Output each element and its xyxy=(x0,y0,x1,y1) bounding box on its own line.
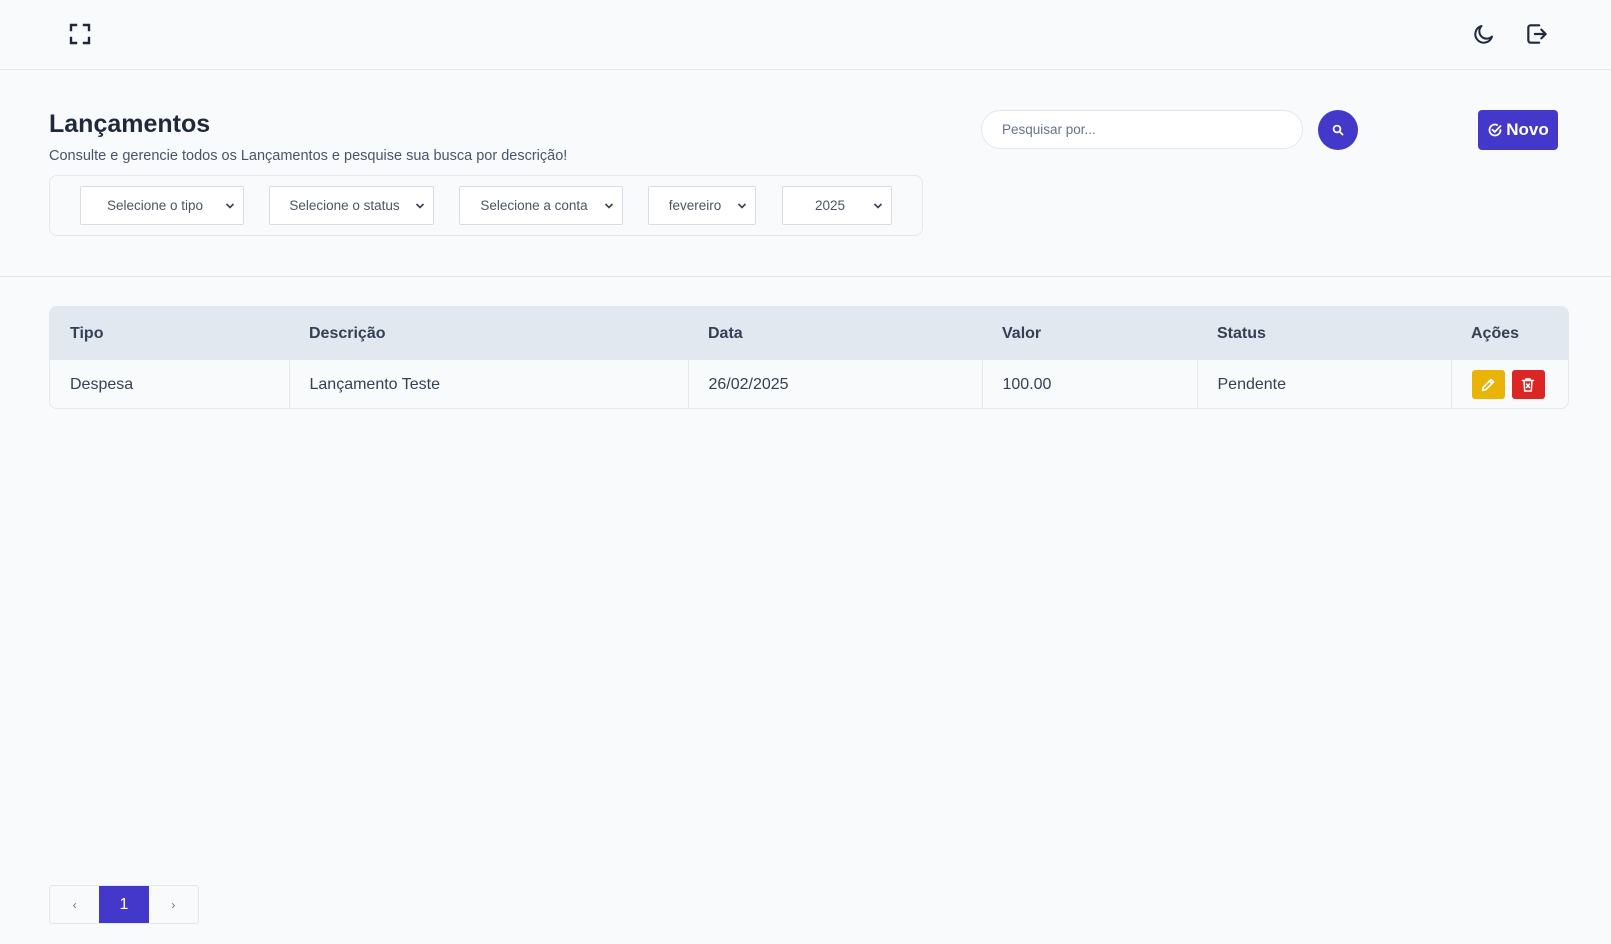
chevron-down-icon xyxy=(873,203,883,209)
status-select-value: Selecione o status xyxy=(289,198,400,213)
fullscreen-icon[interactable] xyxy=(64,18,96,50)
moon-icon[interactable] xyxy=(1468,18,1500,50)
column-header-tipo: Tipo xyxy=(70,324,104,342)
column-header-status: Status xyxy=(1217,324,1266,342)
pagination: ‹ 1 › xyxy=(49,885,199,924)
column-header-valor: Valor xyxy=(1002,324,1042,342)
page-title: Lançamentos xyxy=(49,110,211,138)
table-header-row: Tipo Descrição Data Valor Status Ações xyxy=(50,307,1568,360)
chevron-down-icon xyxy=(415,203,425,209)
month-select[interactable]: fevereiro xyxy=(648,186,756,225)
cell-tipo: Despesa xyxy=(50,360,290,408)
account-select[interactable]: Selecione a conta xyxy=(459,186,623,225)
entries-table: Tipo Descrição Data Valor Status Ações D… xyxy=(49,306,1569,409)
cell-status: Pendente xyxy=(1197,360,1452,408)
logout-icon[interactable] xyxy=(1521,18,1553,50)
delete-button[interactable] xyxy=(1511,370,1545,399)
chevron-down-icon xyxy=(225,203,235,209)
top-bar xyxy=(0,0,1611,70)
chevron-down-icon xyxy=(737,203,747,209)
filters-panel: Selecione o tipo Selecione o status Sele… xyxy=(49,175,923,236)
table-row: Despesa Lançamento Teste 26/02/2025 100.… xyxy=(50,360,1568,408)
account-select-value: Selecione a conta xyxy=(480,198,588,213)
edit-button[interactable] xyxy=(1471,370,1505,399)
cell-acoes xyxy=(1451,360,1568,408)
year-select-value: 2025 xyxy=(814,198,846,213)
pencil-icon xyxy=(1481,378,1495,391)
column-header-descricao: Descrição xyxy=(309,324,386,342)
new-button-label: Novo xyxy=(1506,120,1549,139)
type-select[interactable]: Selecione o tipo xyxy=(80,186,244,225)
type-select-value: Selecione o tipo xyxy=(106,198,204,213)
cell-data: 26/02/2025 xyxy=(688,360,983,408)
new-button[interactable]: Novo xyxy=(1478,110,1558,150)
month-select-value: fevereiro xyxy=(668,198,722,213)
pagination-next[interactable]: › xyxy=(149,886,198,923)
trash-icon xyxy=(1521,377,1535,392)
page-subtitle: Consulte e gerencie todos os Lançamentos… xyxy=(49,148,568,164)
pagination-page-1[interactable]: 1 xyxy=(99,886,149,923)
column-header-data: Data xyxy=(708,324,743,342)
column-header-acoes: Ações xyxy=(1471,324,1520,342)
check-circle-icon xyxy=(1488,123,1502,137)
status-select[interactable]: Selecione o status xyxy=(269,186,434,225)
search-button[interactable] xyxy=(1318,110,1358,150)
cell-descricao: Lançamento Teste xyxy=(289,360,689,408)
chevron-down-icon xyxy=(604,203,614,209)
search-input[interactable] xyxy=(981,110,1303,149)
year-select[interactable]: 2025 xyxy=(782,186,892,225)
pagination-prev[interactable]: ‹ xyxy=(50,886,99,923)
page-header: Lançamentos Consulte e gerencie todos os… xyxy=(0,70,1611,277)
search-icon xyxy=(1332,124,1344,136)
cell-valor: 100.00 xyxy=(982,360,1198,408)
